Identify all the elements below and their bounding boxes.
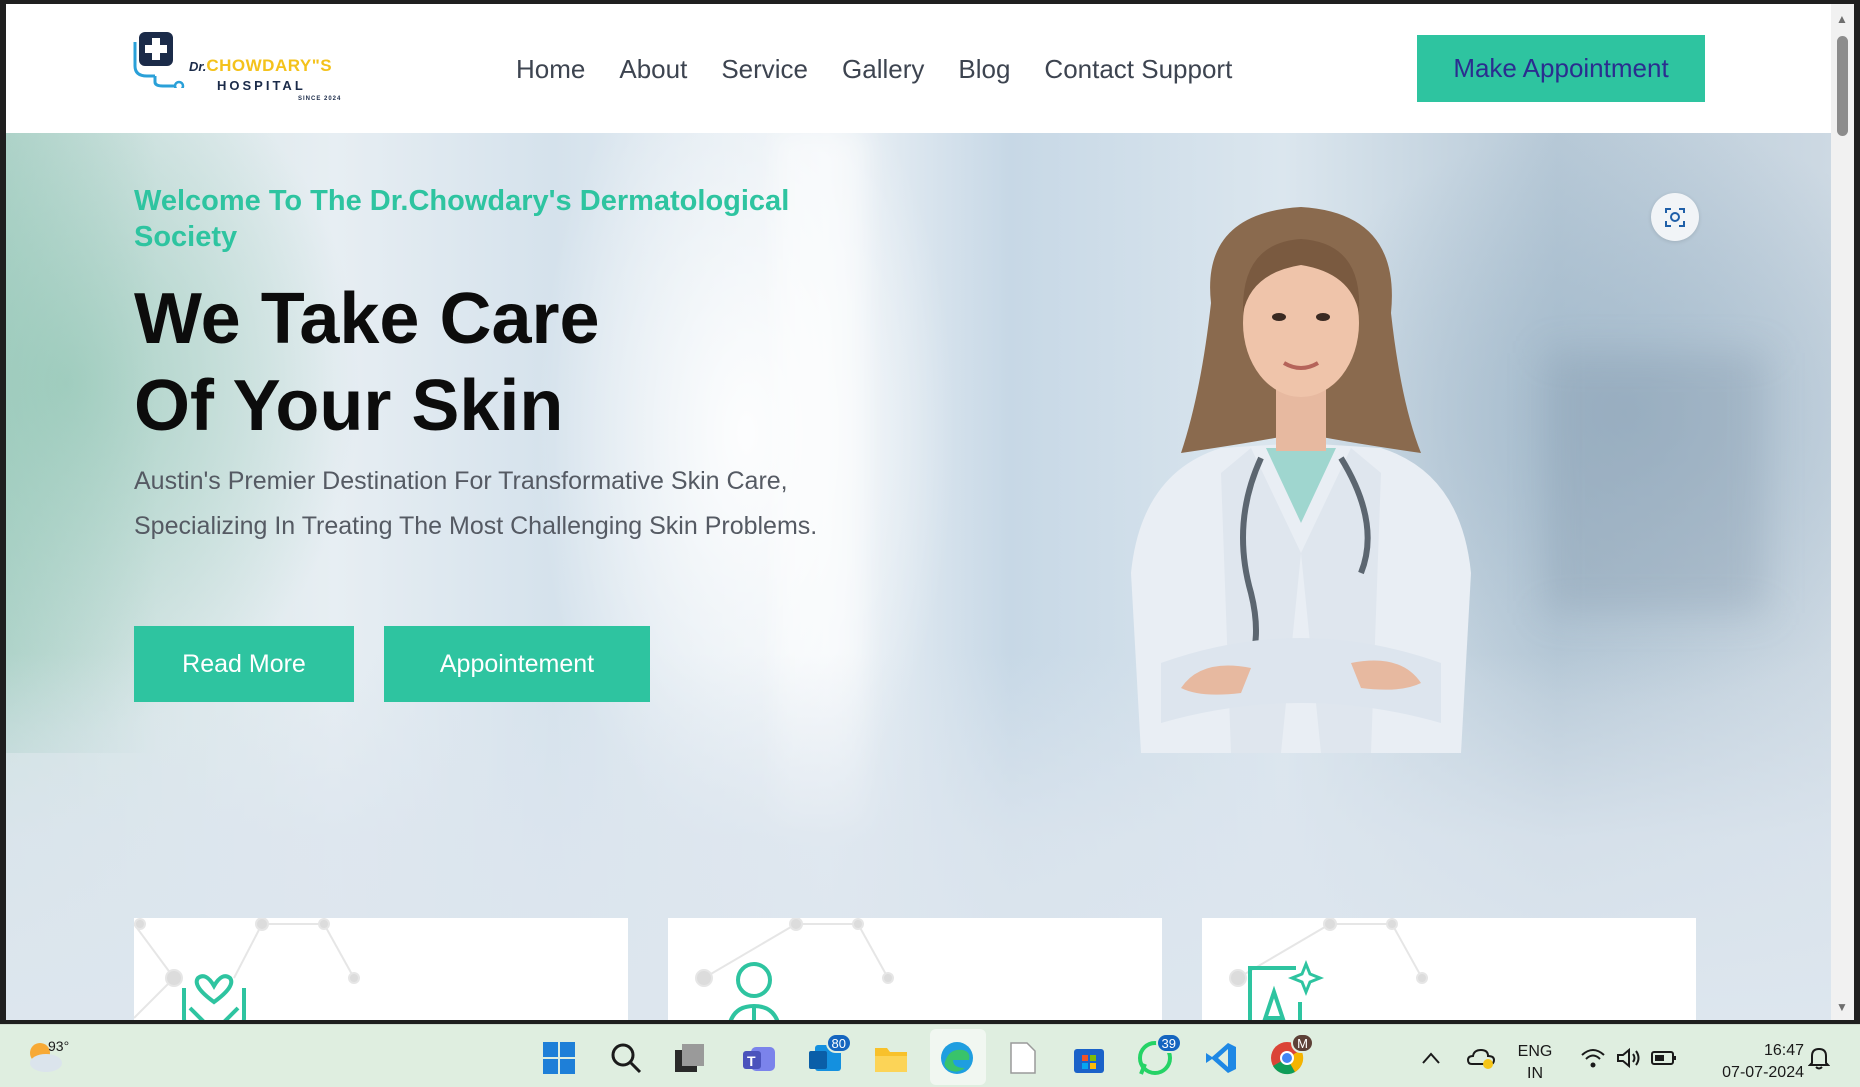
nav-service[interactable]: Service	[721, 54, 808, 85]
hero-subtext: Austin's Premier Destination For Transfo…	[134, 467, 818, 540]
whatsapp-button[interactable]: 39	[1136, 1033, 1182, 1077]
task-view-button[interactable]	[670, 1039, 708, 1077]
scrollbar-thumb[interactable]	[1837, 36, 1848, 136]
ai-icon	[1248, 959, 1325, 1020]
hero-headline: We Take Care Of Your Skin	[134, 276, 834, 450]
chevron-up-icon	[1422, 1052, 1440, 1064]
clock-time: 16:47	[1763, 1042, 1804, 1059]
region-code: IN	[1527, 1065, 1543, 1082]
volume-button[interactable]	[1610, 1039, 1648, 1077]
read-more-button[interactable]: Read More	[134, 626, 354, 702]
wifi-icon	[1581, 1049, 1605, 1068]
edge-browser-button[interactable]	[938, 1039, 976, 1077]
nav-gallery[interactable]: Gallery	[842, 54, 924, 85]
profile-badge: M	[1291, 1033, 1314, 1053]
clock-date: 07-07-2024	[1722, 1064, 1804, 1081]
search-icon	[611, 1043, 642, 1074]
store-icon	[1074, 1049, 1104, 1073]
logo-wordmark: Dr.CHOWDARY"S	[189, 56, 332, 76]
nav-about[interactable]: About	[619, 54, 687, 85]
vscode-button[interactable]	[1202, 1039, 1240, 1077]
logo-hospital-text: HOSPITAL	[217, 78, 306, 93]
battery-button[interactable]	[1645, 1039, 1683, 1077]
notepad-button[interactable]	[1004, 1039, 1042, 1077]
clock[interactable]: 16:47 07-07-2024	[1692, 1040, 1804, 1084]
appointment-button[interactable]: Appointement	[384, 626, 650, 702]
task-view-icon	[675, 1044, 704, 1072]
language-indicator[interactable]: ENG IN	[1515, 1041, 1555, 1085]
notifications-button[interactable]	[1800, 1039, 1838, 1077]
background-blur	[1546, 353, 1766, 613]
weather-temperature: 93°	[48, 1038, 70, 1054]
battery-icon	[1651, 1051, 1676, 1065]
doctor-image	[1131, 207, 1471, 753]
visual-search-button[interactable]	[1651, 193, 1699, 241]
person-icon	[728, 962, 780, 1020]
feature-card[interactable]	[1202, 918, 1696, 1020]
page-scrollbar[interactable]: ▲ ▼	[1831, 4, 1854, 1020]
windows-start-icon	[543, 1042, 575, 1074]
nav-blog[interactable]: Blog	[958, 54, 1010, 85]
medical-cross-icon	[133, 32, 185, 88]
logo-since-text: SINCE 2024	[298, 96, 342, 102]
headline-line-2: Of Your Skin	[134, 366, 564, 446]
vscode-icon	[1206, 1043, 1236, 1073]
headline-line-1: We Take Care	[134, 279, 600, 359]
windows-taskbar: 93° T 80 39 M ENG IN 16:47 07-07-2024	[0, 1024, 1860, 1087]
document-icon	[1010, 1042, 1036, 1074]
visual-search-icon	[1665, 208, 1685, 227]
file-explorer-button[interactable]	[872, 1039, 910, 1077]
onedrive-button[interactable]	[1462, 1039, 1500, 1077]
outlook-button[interactable]: 80	[806, 1033, 852, 1077]
wifi-button[interactable]	[1574, 1039, 1612, 1077]
svg-text:T: T	[747, 1053, 756, 1069]
edge-icon	[941, 1042, 973, 1074]
hands-heart-icon	[182, 974, 246, 1020]
speaker-icon	[1617, 1047, 1640, 1069]
folder-icon	[875, 1048, 907, 1072]
notification-badge: 39	[1155, 1033, 1182, 1053]
start-button[interactable]	[540, 1039, 578, 1077]
notification-badge: 80	[825, 1033, 852, 1053]
feature-card[interactable]	[668, 918, 1162, 1020]
chrome-button[interactable]: M	[1268, 1033, 1314, 1077]
site-header: Dr.CHOWDARY"S HOSPITAL SINCE 2024 Home A…	[6, 4, 1831, 133]
scroll-up-arrow-icon[interactable]: ▲	[1836, 12, 1848, 26]
logo-name-text: CHOWDARY"S	[206, 56, 333, 75]
browser-viewport: Dr.CHOWDARY"S HOSPITAL SINCE 2024 Home A…	[6, 4, 1831, 1020]
language-code: ENG	[1517, 1043, 1553, 1060]
hero-section: Welcome To The Dr.Chowdary's Dermatologi…	[6, 133, 1831, 1020]
teams-icon: T	[743, 1047, 775, 1071]
main-nav: Home About Service Gallery Blog Contact …	[516, 54, 1266, 85]
nav-home[interactable]: Home	[516, 54, 585, 85]
hospital-logo[interactable]: Dr.CHOWDARY"S HOSPITAL SINCE 2024	[133, 26, 363, 106]
feature-card[interactable]	[134, 918, 628, 1020]
make-appointment-button[interactable]: Make Appointment	[1417, 35, 1705, 102]
search-button[interactable]	[607, 1039, 645, 1077]
bell-icon	[1808, 1047, 1830, 1070]
nav-contact-support[interactable]: Contact Support	[1044, 54, 1232, 85]
scroll-down-arrow-icon[interactable]: ▼	[1836, 1000, 1848, 1014]
teams-button[interactable]: T	[740, 1039, 778, 1077]
show-hidden-icons-button[interactable]	[1412, 1039, 1450, 1077]
microsoft-store-button[interactable]	[1070, 1039, 1108, 1077]
welcome-text: Welcome To The Dr.Chowdary's Dermatologi…	[134, 185, 790, 253]
logo-dr-text: Dr.	[189, 59, 207, 74]
cloud-warning-icon	[1466, 1048, 1496, 1069]
